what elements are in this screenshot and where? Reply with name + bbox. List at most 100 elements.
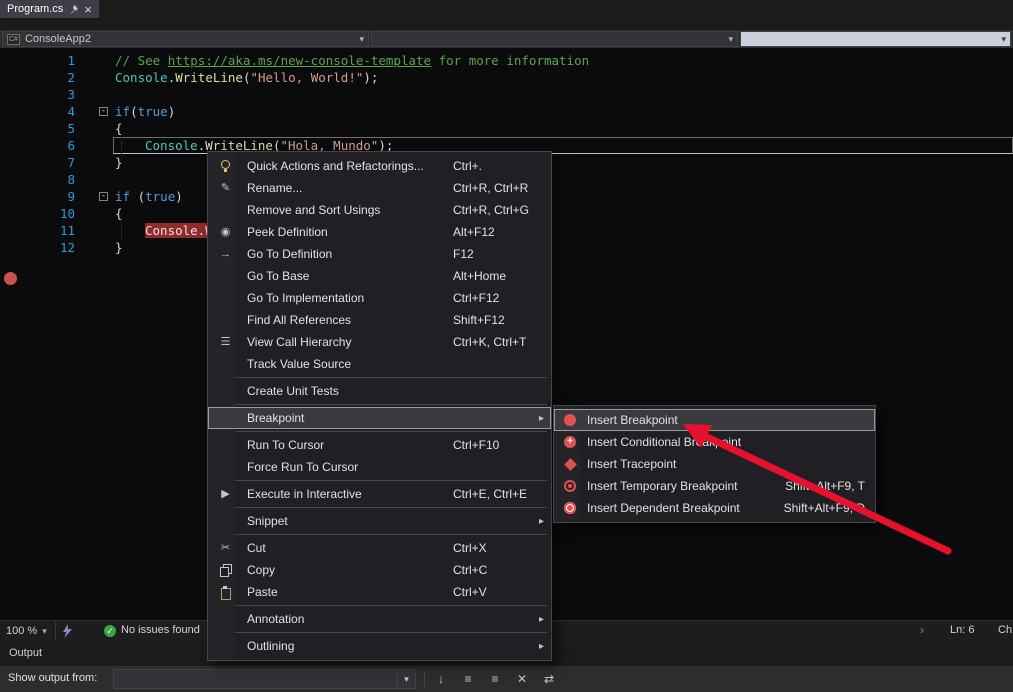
dropdown-caret-icon: ▾ [1001, 34, 1006, 45]
menu-item-shortcut: F12 [453, 247, 541, 261]
menu-item-label: Insert Breakpoint [587, 413, 865, 427]
code-text: // See https://aka.ms/new-console-templa… [115, 52, 589, 69]
column-indicator: Ch [998, 624, 1012, 636]
word-wrap-icon[interactable]: ⇄ [540, 670, 558, 688]
breakpoint-glyph[interactable] [4, 272, 17, 285]
submenu-arrow-icon: ▸ [539, 516, 544, 527]
menu-item-label: Cut [247, 541, 453, 555]
menu-icon-spacer [217, 411, 234, 425]
insert-tracepoint-menu-item[interactable]: Insert Tracepoint [554, 453, 875, 475]
dropdown-caret-icon: ▾ [728, 34, 733, 45]
code-line-2[interactable]: 2Console.WriteLine("Hello, World!"); [0, 69, 1013, 86]
menu-item-shortcut: Ctrl+R, Ctrl+R [453, 181, 541, 195]
code-line-4[interactable]: 4 -if(true) [0, 103, 1013, 120]
feedback-icon[interactable] [62, 624, 73, 641]
line-indicator: Ln: 6 [950, 624, 974, 636]
menu-item-label: Insert Tracepoint [587, 457, 865, 471]
line-number: 10 [0, 205, 75, 222]
menu-item-shortcut: Ctrl+K, Ctrl+T [453, 335, 541, 349]
bp-cond-icon [563, 435, 579, 449]
track-value-source-menu-item[interactable]: Track Value Source [208, 353, 551, 375]
menu-item-shortcut: Ctrl+F10 [453, 438, 541, 452]
menu-icon-spacer [217, 612, 234, 626]
prev-message-icon[interactable]: ≡ [459, 670, 477, 688]
goto-message-icon[interactable]: ↓ [432, 670, 450, 688]
snippet-menu-item[interactable]: Snippet▸ [208, 510, 551, 532]
show-output-from-select[interactable]: ▾ [113, 669, 416, 689]
line-number: 5 [0, 120, 75, 137]
force-run-to-cursor-menu-item[interactable]: Force Run To Cursor [208, 456, 551, 478]
go-to-implementation-menu-item[interactable]: Go To ImplementationCtrl+F12 [208, 287, 551, 309]
menu-separator [212, 404, 547, 405]
line-number: 4 [0, 103, 75, 120]
paste-menu-item[interactable]: PasteCtrl+V [208, 581, 551, 603]
execute-in-interactive-menu-item[interactable]: ▶Execute in InteractiveCtrl+E, Ctrl+E [208, 483, 551, 505]
line-number: 12 [0, 239, 75, 256]
menu-item-label: Go To Definition [247, 247, 453, 261]
indent-guide [121, 137, 122, 154]
run-to-cursor-menu-item[interactable]: Run To CursorCtrl+F10 [208, 434, 551, 456]
code-line-5[interactable]: 5{ [0, 120, 1013, 137]
dropdown-caret-icon[interactable]: ▾ [397, 670, 415, 688]
paste-icon [217, 585, 234, 599]
code-line-3[interactable]: 3 [0, 86, 1013, 103]
outlining-menu-item[interactable]: Outlining▸ [208, 635, 551, 657]
create-unit-tests-menu-item[interactable]: Create Unit Tests [208, 380, 551, 402]
submenu-arrow-icon: ▸ [539, 413, 544, 424]
type-dropdown[interactable]: ▾ [371, 31, 738, 47]
insert-temporary-breakpoint-menu-item[interactable]: Insert Temporary BreakpointShift+Alt+F9,… [554, 475, 875, 497]
fold-collapse-icon[interactable]: - [99, 192, 108, 201]
menu-item-label: Execute in Interactive [247, 487, 453, 501]
fold-collapse-icon[interactable]: - [99, 107, 108, 116]
code-line-1[interactable]: 1// See https://aka.ms/new-console-templ… [0, 52, 1013, 69]
show-output-from-label: Show output from: [8, 672, 97, 684]
editor-context-menu: Quick Actions and Refactorings...Ctrl+.✎… [207, 151, 552, 661]
quick-actions-and-refactorings-menu-item[interactable]: Quick Actions and Refactorings...Ctrl+. [208, 155, 551, 177]
close-icon[interactable]: × [84, 4, 92, 15]
hierarchy-icon: ☰ [217, 335, 234, 349]
menu-item-shortcut: Ctrl+C [453, 563, 541, 577]
menu-item-label: Paste [247, 585, 453, 599]
go-to-definition-menu-item[interactable]: →Go To DefinitionF12 [208, 243, 551, 265]
interactive-icon: ▶ [217, 487, 234, 501]
breakpoint-menu-item[interactable]: Breakpoint▸ [208, 407, 551, 429]
clear-all-icon[interactable]: ✕ [513, 670, 531, 688]
menu-item-label: View Call Hierarchy [247, 335, 453, 349]
rename-menu-item[interactable]: ✎Rename...Ctrl+R, Ctrl+R [208, 177, 551, 199]
issues-status[interactable]: No issues found [121, 624, 200, 636]
tab-bar: Program.cs × [0, 0, 1013, 30]
scrollbar-right-arrow-icon[interactable]: › [920, 623, 924, 637]
project-dropdown[interactable]: C# ConsoleApp2 ▾ [2, 31, 369, 47]
peek-definition-menu-item[interactable]: ◉Peek DefinitionAlt+F12 [208, 221, 551, 243]
cut-menu-item[interactable]: ✂CutCtrl+X [208, 537, 551, 559]
pin-icon[interactable] [69, 5, 78, 14]
menu-item-shortcut: Ctrl+F12 [453, 291, 541, 305]
code-text: { [115, 205, 123, 222]
output-panel-title[interactable]: Output [9, 647, 42, 659]
menu-item-label: Annotation [247, 612, 541, 626]
peek-icon: ◉ [217, 225, 234, 239]
member-dropdown[interactable]: ▾ [740, 31, 1011, 47]
bp-dep-icon [563, 501, 579, 515]
code-text: } [115, 239, 123, 256]
insert-dependent-breakpoint-menu-item[interactable]: Insert Dependent BreakpointShift+Alt+F9,… [554, 497, 875, 519]
zoom-selector[interactable]: 100 % ▾ [0, 621, 56, 641]
menu-item-label: Create Unit Tests [247, 384, 541, 398]
menu-item-label: Quick Actions and Refactorings... [247, 159, 453, 173]
insert-breakpoint-menu-item[interactable]: Insert Breakpoint [554, 409, 875, 431]
copy-menu-item[interactable]: CopyCtrl+C [208, 559, 551, 581]
menu-item-label: Snippet [247, 514, 541, 528]
view-call-hierarchy-menu-item[interactable]: ☰ View Call HierarchyCtrl+K, Ctrl+T [208, 331, 551, 353]
remove-and-sort-usings-menu-item[interactable]: Remove and Sort UsingsCtrl+R, Ctrl+G [208, 199, 551, 221]
menu-icon-spacer [217, 438, 234, 452]
go-to-base-menu-item[interactable]: Go To BaseAlt+Home [208, 265, 551, 287]
next-message-icon[interactable]: ≡ [486, 670, 504, 688]
find-all-references-menu-item[interactable]: Find All ReferencesShift+F12 [208, 309, 551, 331]
menu-item-label: Insert Temporary Breakpoint [587, 479, 769, 493]
menu-icon-spacer [217, 384, 234, 398]
annotation-menu-item[interactable]: Annotation▸ [208, 608, 551, 630]
tab-program-cs[interactable]: Program.cs × [0, 0, 99, 18]
bp-temp-icon [563, 479, 579, 493]
insert-conditional-breakpoint-menu-item[interactable]: Insert Conditional Breakpoint [554, 431, 875, 453]
code-text: if(true) [115, 103, 175, 120]
